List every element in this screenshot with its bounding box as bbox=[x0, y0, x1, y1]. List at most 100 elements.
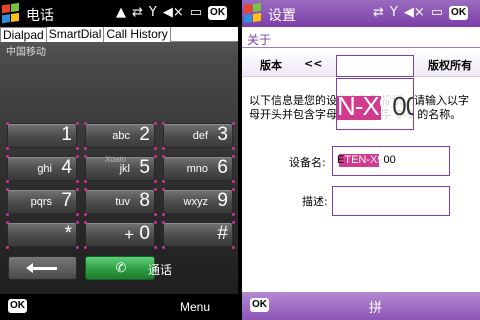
key-corner-dot bbox=[162, 246, 165, 249]
key-corner-dot bbox=[154, 180, 157, 183]
key-0[interactable]: + 0 bbox=[84, 221, 157, 249]
key-digit: 2 bbox=[139, 124, 150, 145]
backspace-button[interactable] bbox=[8, 256, 77, 280]
status-icons: ⇄ Y ◀× ▭ OK bbox=[373, 5, 469, 21]
description-field[interactable] bbox=[332, 186, 450, 216]
key-hash[interactable]: # bbox=[162, 221, 235, 249]
status-bar: 电话 ▲ ⇄ Y ◀× ▭ OK bbox=[0, 0, 238, 27]
device-name-value: ETEN-X900 bbox=[337, 154, 396, 166]
key-corner-dot bbox=[162, 180, 165, 183]
key-corner-dot bbox=[162, 221, 165, 224]
key-corner-dot bbox=[162, 122, 165, 125]
key-corner-dot bbox=[6, 155, 9, 158]
key-letters: jkl bbox=[119, 163, 130, 175]
key-digit: 3 bbox=[217, 124, 228, 145]
ok-button[interactable]: OK bbox=[449, 6, 469, 20]
key-corner-dot bbox=[162, 147, 165, 150]
key-digit: # bbox=[217, 223, 228, 244]
battery-icon: ▭ bbox=[189, 5, 203, 20]
key-corner-dot bbox=[76, 180, 79, 183]
tab-dialpad[interactable]: Dialpad bbox=[0, 27, 47, 42]
key-corner-dot bbox=[6, 213, 9, 216]
tab-back-button[interactable]: << bbox=[304, 57, 322, 70]
softkey-bar: OK 拼 bbox=[242, 292, 480, 320]
start-menu-icon[interactable] bbox=[2, 2, 20, 24]
key-corner-dot bbox=[232, 147, 235, 150]
key-digit: 0 bbox=[139, 223, 150, 244]
key-corner-dot bbox=[76, 122, 79, 125]
tab-bar: Dialpad SmartDial Call History bbox=[0, 27, 238, 42]
key-digit: 4 bbox=[61, 157, 72, 178]
softkey-ok[interactable]: OK bbox=[8, 299, 27, 313]
input-method-button[interactable]: 拼 bbox=[369, 297, 382, 316]
tab-smartdial[interactable]: SmartDial bbox=[47, 27, 105, 42]
key-corner-dot bbox=[232, 213, 235, 216]
key-star[interactable]: * bbox=[6, 221, 79, 249]
key-letters: def bbox=[192, 130, 208, 142]
preview-text: N-X900 bbox=[337, 91, 413, 121]
key-corner-dot bbox=[232, 188, 235, 191]
backspace-arrow-icon bbox=[26, 263, 57, 273]
key-9[interactable]: wxyz 9 bbox=[162, 188, 235, 216]
key-corner-dot bbox=[154, 221, 157, 224]
key-corner-dot bbox=[6, 147, 9, 150]
tab-call-history[interactable]: Call History bbox=[104, 27, 171, 42]
key-corner-dot bbox=[232, 246, 235, 249]
tab-copyright[interactable]: 版权所有 bbox=[428, 57, 472, 73]
key-digit: * bbox=[64, 223, 72, 244]
key-corner-dot bbox=[154, 122, 157, 125]
signal-icon: ▲ bbox=[116, 5, 126, 20]
app-title: 电话 bbox=[26, 8, 54, 24]
key-3[interactable]: def 3 bbox=[162, 122, 235, 150]
carrier-name: 中国移动 bbox=[6, 47, 46, 58]
description-label: 描述: bbox=[302, 195, 328, 208]
key-corner-dot bbox=[84, 221, 87, 224]
key-corner-dot bbox=[154, 188, 157, 191]
status-icons: ▲ ⇄ Y ◀× ▭ OK bbox=[116, 5, 228, 21]
key-corner-dot bbox=[6, 246, 9, 249]
key-corner-dot bbox=[6, 221, 9, 224]
volume-icon: ◀× bbox=[403, 5, 425, 20]
input-popup-field[interactable] bbox=[336, 55, 414, 77]
device-name-label: 设备名: bbox=[289, 156, 326, 169]
key-corner-dot bbox=[232, 122, 235, 125]
device-name-field[interactable]: ETEN-X900 bbox=[332, 146, 450, 176]
tab-bar-filler bbox=[170, 27, 238, 42]
key-corner-dot bbox=[232, 221, 235, 224]
sync-icon: ⇄ bbox=[132, 5, 143, 20]
key-letters: + bbox=[124, 225, 134, 244]
key-1[interactable]: 1 bbox=[6, 122, 79, 150]
key-2[interactable]: abc 2 bbox=[84, 122, 157, 150]
key-digit: 6 bbox=[217, 157, 228, 178]
key-corner-dot bbox=[76, 188, 79, 191]
key-corner-dot bbox=[6, 188, 9, 191]
key-7[interactable]: pqrs 7 bbox=[6, 188, 79, 216]
key-corner-dot bbox=[154, 246, 157, 249]
key-corner-dot bbox=[6, 180, 9, 183]
key-digit: 7 bbox=[61, 190, 72, 211]
input-preview-popup: N-X900 bbox=[336, 78, 414, 130]
softkey-menu[interactable]: Menu bbox=[180, 300, 210, 314]
watermark: Xoato bbox=[105, 155, 126, 164]
softkey-ok[interactable]: OK bbox=[250, 298, 269, 312]
key-letters: ghi bbox=[37, 163, 52, 175]
key-6[interactable]: mno 6 bbox=[162, 155, 235, 183]
settings-about-screen: 设置 ⇄ Y ◀× ▭ OK 关于 版本 << 版权所有 以下信息是您的设备名称… bbox=[242, 0, 480, 320]
key-corner-dot bbox=[84, 180, 87, 183]
key-corner-dot bbox=[76, 213, 79, 216]
key-letters: wxyz bbox=[183, 196, 208, 208]
key-corner-dot bbox=[76, 147, 79, 150]
key-4[interactable]: ghi 4 bbox=[6, 155, 79, 183]
phone-icon: ✆ bbox=[115, 261, 127, 276]
status-bar: 设置 ⇄ Y ◀× ▭ OK bbox=[242, 0, 480, 27]
ok-button[interactable]: OK bbox=[208, 6, 228, 20]
key-corner-dot bbox=[84, 188, 87, 191]
start-menu-icon[interactable] bbox=[244, 2, 262, 24]
tab-version[interactable]: 版本 bbox=[260, 57, 282, 73]
page-title: 关于 bbox=[247, 33, 272, 47]
call-button[interactable]: ✆ bbox=[85, 256, 155, 280]
key-digit: 5 bbox=[139, 157, 150, 178]
key-8[interactable]: tuv 8 bbox=[84, 188, 157, 216]
softkey-bar: OK Menu bbox=[0, 294, 238, 320]
key-letters: pqrs bbox=[30, 196, 52, 208]
